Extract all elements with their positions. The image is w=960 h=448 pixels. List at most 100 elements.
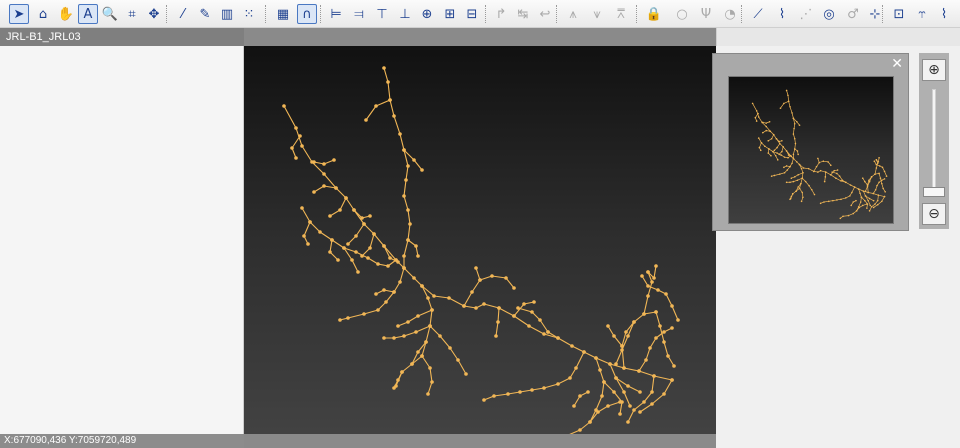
distribute-icon[interactable]: ⊞: [440, 4, 460, 24]
panel-title-bar: JRL-B1_JRL03: [0, 28, 244, 46]
undo-arrow-icon[interactable]: ↩: [535, 4, 555, 24]
overview-network-node: [783, 102, 785, 105]
overview-network-node: [792, 157, 795, 160]
branch-icon[interactable]: ⥾: [912, 4, 932, 24]
overview-network-node: [867, 191, 869, 194]
align-left-icon[interactable]: ⊨: [326, 4, 346, 24]
switch-icon[interactable]: ⊡: [889, 4, 909, 24]
overview-network-node: [883, 195, 886, 198]
align-top-icon[interactable]: ⊤: [372, 4, 392, 24]
network-node: [654, 310, 658, 314]
zoom-slider-thumb[interactable]: [923, 187, 945, 197]
label-text-icon[interactable]: A: [78, 4, 98, 24]
network-node: [482, 302, 486, 306]
pan-hand-icon[interactable]: ✋: [56, 4, 76, 24]
zoom-extent-icon[interactable]: ⌗: [122, 4, 142, 24]
overview-canvas[interactable]: [728, 76, 894, 224]
rotate-icon[interactable]: ↱: [491, 4, 511, 24]
overview-network-node: [872, 206, 875, 209]
network-node: [640, 274, 644, 278]
lock-icon[interactable]: 🔒: [644, 4, 664, 24]
map-area: [244, 28, 716, 448]
measure-icon[interactable]: ⁄: [173, 4, 193, 24]
line-draw-icon[interactable]: ⟋: [748, 4, 768, 24]
tower-icon[interactable]: ⩚: [563, 4, 583, 24]
network-node: [530, 310, 534, 314]
overview-network-node: [807, 167, 810, 170]
poly-segment-icon[interactable]: ⋰: [796, 4, 816, 24]
network-line: [421, 355, 433, 395]
overview-network-node: [783, 171, 786, 174]
overview-network-node: [790, 177, 793, 179]
overview-network-node: [849, 184, 852, 186]
pencil-edit-icon[interactable]: ✎: [195, 4, 215, 24]
layer-tree-panel[interactable]: [0, 28, 244, 448]
overview-window[interactable]: ✕: [712, 53, 909, 231]
overview-network-node: [762, 131, 764, 134]
overview-network-node: [835, 177, 837, 179]
node-circle-icon[interactable]: ○: [672, 4, 692, 24]
layer-panel-icon[interactable]: ▥: [217, 4, 237, 24]
network-node: [328, 250, 332, 254]
network-node: [588, 420, 592, 424]
map-canvas[interactable]: [244, 46, 716, 448]
network-node: [632, 408, 636, 412]
overview-network-node: [776, 159, 779, 161]
distribute-grid-icon[interactable]: ⊟: [462, 4, 482, 24]
grid-points-icon[interactable]: ⁙: [239, 4, 259, 24]
overview-network-node: [815, 165, 818, 168]
select-tool-icon[interactable]: ➤: [9, 4, 29, 24]
pole-icon[interactable]: Ψ: [696, 4, 716, 24]
snap-magnet-icon[interactable]: ∩: [297, 4, 317, 24]
network-node: [408, 222, 412, 226]
network-node: [556, 382, 560, 386]
zoom-in-button[interactable]: ⊕: [922, 59, 946, 81]
meter-icon[interactable]: ◔: [720, 4, 740, 24]
overview-network-node: [797, 174, 799, 176]
close-icon[interactable]: ✕: [891, 56, 903, 70]
align-center-icon[interactable]: ⊕: [417, 4, 437, 24]
grid-icon[interactable]: ▦: [273, 4, 293, 24]
network-node: [372, 232, 376, 236]
network-line: [639, 379, 673, 413]
flip-icon[interactable]: ↹: [513, 4, 533, 24]
network-node: [646, 284, 650, 288]
overview-network-node: [789, 165, 791, 168]
network-map[interactable]: [244, 46, 716, 448]
network-node: [624, 330, 628, 334]
network-node: [482, 398, 486, 402]
network-node: [662, 330, 666, 334]
target-node-icon[interactable]: ◎: [819, 4, 839, 24]
overview-network-line: [759, 142, 762, 151]
overview-network-node: [824, 171, 827, 173]
network-node: [496, 320, 500, 324]
zoom-slider-track[interactable]: [932, 89, 936, 195]
network-node: [618, 400, 622, 404]
overview-network-node: [796, 179, 799, 182]
crosshair-node-icon[interactable]: ⊹: [865, 4, 885, 24]
zoom-tool-icon[interactable]: 🔍: [100, 4, 120, 24]
toolbar-separator: [166, 5, 167, 23]
zoom-out-icon: ⊖: [928, 206, 940, 222]
home-extent-icon[interactable]: ⌂: [33, 4, 53, 24]
overview-network-node: [789, 106, 791, 108]
overview-network-node: [822, 160, 825, 162]
network-node: [512, 286, 516, 290]
polyline-icon[interactable]: ⌇: [772, 4, 792, 24]
overview-network-node: [884, 191, 886, 193]
overview-network-map: [751, 89, 888, 220]
network-node: [608, 362, 612, 366]
move-cross-icon[interactable]: ✥: [144, 4, 164, 24]
arrow-node-icon[interactable]: ♂: [843, 4, 863, 24]
overview-network-node: [762, 121, 764, 124]
network-node: [354, 234, 358, 238]
panel-title: JRL-B1_JRL03: [6, 31, 81, 43]
tower-add-icon[interactable]: ⩛: [587, 4, 607, 24]
align-right-icon[interactable]: ⫤: [349, 4, 369, 24]
align-bottom-icon[interactable]: ⊥: [395, 4, 415, 24]
toolbar-separator: [320, 5, 321, 23]
tower-remove-icon[interactable]: ⩞: [611, 4, 631, 24]
zoom-out-button[interactable]: ⊖: [922, 203, 946, 225]
fuse-icon[interactable]: ⌇: [934, 4, 954, 24]
overview-network-line: [874, 159, 879, 175]
